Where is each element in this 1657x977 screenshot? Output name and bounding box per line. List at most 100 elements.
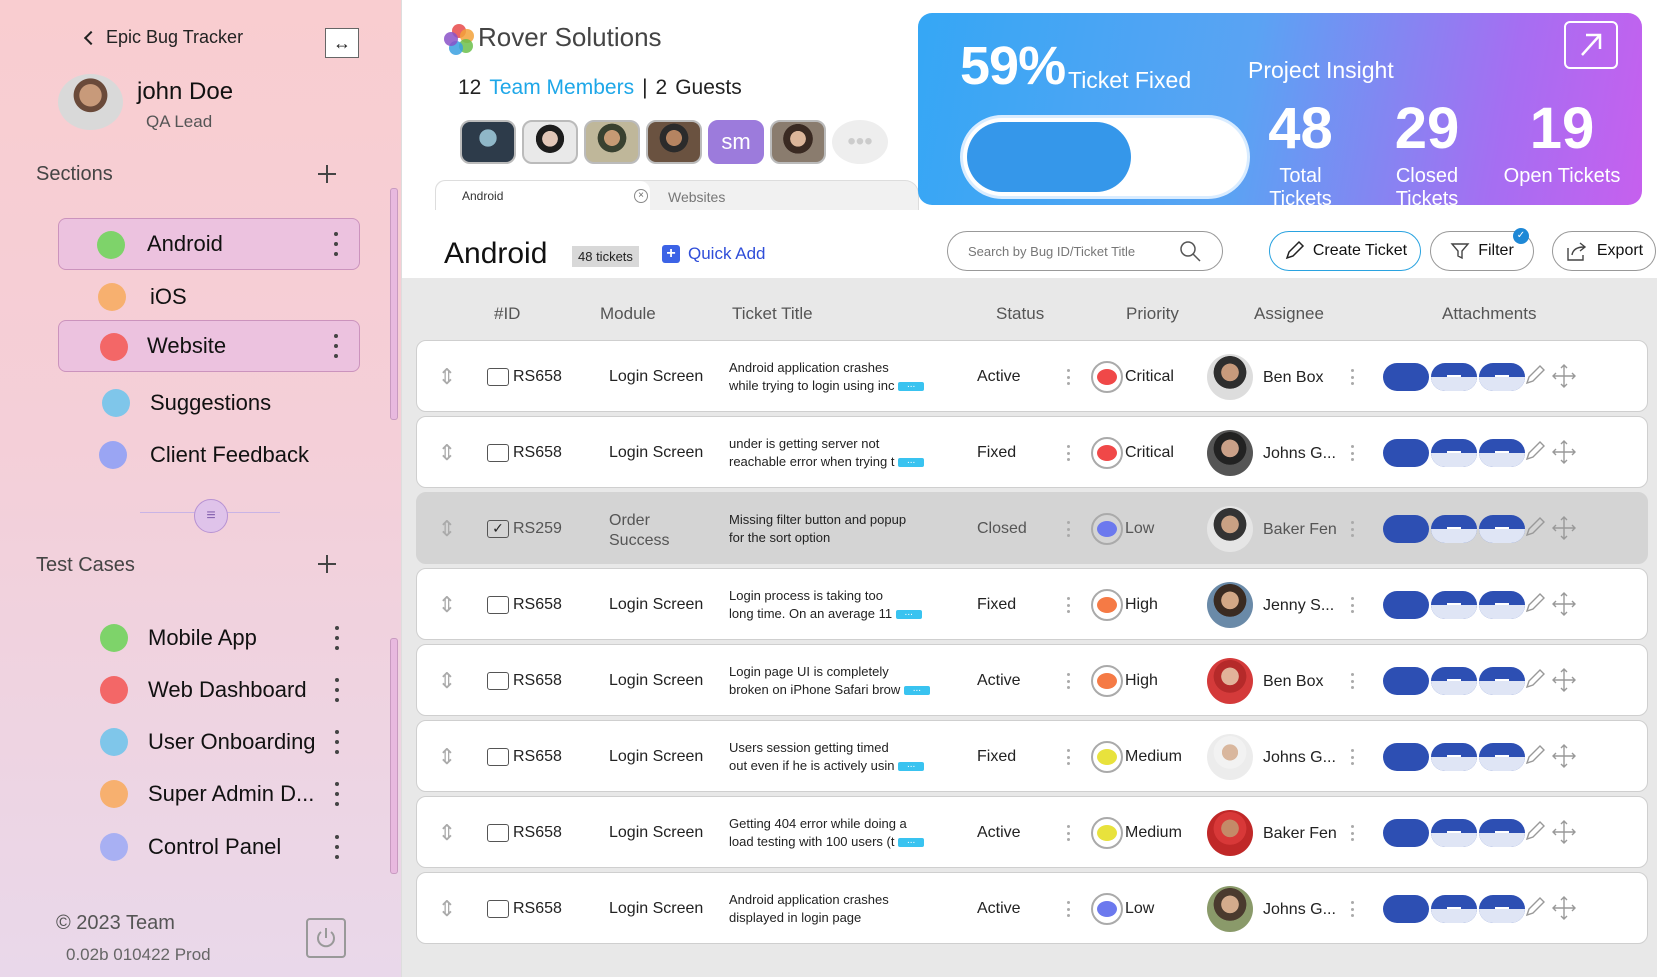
- avatar[interactable]: [460, 120, 516, 164]
- sidebar-item-section[interactable]: Website: [58, 320, 360, 372]
- attachment-thumbnail[interactable]: [1431, 743, 1477, 771]
- status-badge[interactable]: Fixed: [977, 596, 1016, 614]
- sidebar-item-test-case[interactable]: Web Dashboard: [58, 664, 360, 716]
- drag-handle-icon[interactable]: ⇕: [437, 363, 457, 391]
- assignee-name[interactable]: Jenny S...: [1263, 597, 1334, 615]
- pencil-icon[interactable]: [1523, 743, 1547, 767]
- attachment-thumbnail[interactable]: [1431, 667, 1477, 695]
- table-row[interactable]: ⇕ RS658 Login Screen Login page UI is compl…: [416, 644, 1648, 716]
- move-icon[interactable]: [1551, 591, 1577, 617]
- more-options-icon[interactable]: [1067, 901, 1071, 917]
- expand-more-icon[interactable]: ...: [898, 836, 925, 848]
- more-options-icon[interactable]: [333, 334, 339, 358]
- column-header[interactable]: Priority: [1126, 304, 1179, 324]
- row-checkbox[interactable]: [487, 824, 509, 842]
- more-members-icon[interactable]: •••: [832, 120, 888, 164]
- avatar[interactable]: [1207, 734, 1253, 780]
- avatar-initials[interactable]: sm: [708, 120, 764, 164]
- more-options-icon[interactable]: [1351, 521, 1355, 537]
- expand-more-icon[interactable]: ...: [903, 684, 930, 696]
- attachment-thumbnail[interactable]: [1479, 515, 1525, 543]
- ticket-id[interactable]: RS658: [513, 900, 562, 918]
- drag-handle-icon[interactable]: ⇕: [437, 667, 457, 695]
- filter-button[interactable]: Filter ✓: [1430, 228, 1534, 271]
- attachment-thumbnail[interactable]: [1383, 743, 1429, 771]
- attachment-thumbnail[interactable]: [1383, 819, 1429, 847]
- sidebar-item-section[interactable]: Suggestions: [58, 377, 360, 429]
- more-options-icon[interactable]: [1067, 673, 1071, 689]
- row-checkbox[interactable]: [487, 444, 509, 462]
- tab-websites[interactable]: Websites: [668, 189, 725, 205]
- attachment-thumbnail[interactable]: [1431, 895, 1477, 923]
- table-row[interactable]: ⇕ ✓ RS259 Order Success Missing filter butto…: [416, 492, 1648, 564]
- pencil-icon[interactable]: [1523, 363, 1547, 387]
- ticket-id[interactable]: RS658: [513, 672, 562, 690]
- attachment-thumbnail[interactable]: [1479, 439, 1525, 467]
- logout-button[interactable]: [306, 918, 346, 958]
- pencil-icon[interactable]: [1523, 591, 1547, 615]
- expand-more-icon[interactable]: ...: [895, 608, 922, 620]
- ticket-id[interactable]: RS658: [513, 596, 562, 614]
- ticket-title[interactable]: under is getting server not reachable err…: [729, 435, 935, 471]
- ticket-title[interactable]: Users session getting timed out even if h…: [729, 739, 935, 775]
- move-icon[interactable]: [1551, 743, 1577, 769]
- avatar[interactable]: [1207, 582, 1253, 628]
- attachment-thumbnail[interactable]: [1479, 819, 1525, 847]
- ticket-title[interactable]: Android application crashes displayed in …: [729, 891, 935, 927]
- priority-label[interactable]: Medium: [1125, 748, 1182, 766]
- more-options-icon[interactable]: [334, 835, 340, 859]
- pencil-icon[interactable]: [1523, 819, 1547, 843]
- avatar[interactable]: [1207, 658, 1253, 704]
- sidebar-item-test-case[interactable]: Mobile App: [58, 612, 360, 664]
- more-options-icon[interactable]: [1067, 369, 1071, 385]
- drag-handle-icon[interactable]: ⇕: [437, 515, 457, 543]
- attachment-thumbnail[interactable]: [1383, 363, 1429, 391]
- status-badge[interactable]: Fixed: [977, 748, 1016, 766]
- column-header[interactable]: Status: [996, 304, 1044, 324]
- assignee-name[interactable]: Baker Fen: [1263, 825, 1337, 843]
- more-options-icon[interactable]: [1067, 825, 1071, 841]
- avatar[interactable]: [770, 120, 826, 164]
- more-options-icon[interactable]: [1351, 825, 1355, 841]
- attachment-thumbnail[interactable]: [1383, 515, 1429, 543]
- priority-label[interactable]: High: [1125, 672, 1158, 690]
- collapse-handle-icon[interactable]: ≡: [194, 499, 228, 533]
- avatar[interactable]: [1207, 430, 1253, 476]
- move-icon[interactable]: [1551, 439, 1577, 465]
- team-members-link[interactable]: Team Members: [489, 76, 634, 100]
- attachment-thumbnail[interactable]: [1479, 895, 1525, 923]
- more-options-icon[interactable]: [333, 232, 339, 256]
- quick-add-button[interactable]: + Quick Add: [662, 244, 766, 264]
- row-checkbox[interactable]: [487, 748, 509, 766]
- drag-handle-icon[interactable]: ⇕: [437, 439, 457, 467]
- drag-handle-icon[interactable]: ⇕: [437, 819, 457, 847]
- attachment-thumbnail[interactable]: [1383, 667, 1429, 695]
- attachment-thumbnail[interactable]: [1383, 439, 1429, 467]
- ticket-id[interactable]: RS658: [513, 444, 562, 462]
- status-badge[interactable]: Closed: [977, 520, 1027, 538]
- search-input[interactable]: Search by Bug ID/Ticket Title: [947, 231, 1223, 271]
- pencil-icon[interactable]: [1523, 895, 1547, 919]
- table-row[interactable]: ⇕ RS658 Login Screen under is getting serve…: [416, 416, 1648, 488]
- row-checkbox[interactable]: [487, 596, 509, 614]
- table-row[interactable]: ⇕ RS658 Login Screen Users session getting …: [416, 720, 1648, 792]
- more-options-icon[interactable]: [334, 678, 340, 702]
- ticket-id[interactable]: RS658: [513, 824, 562, 842]
- priority-label[interactable]: Low: [1125, 900, 1154, 918]
- more-options-icon[interactable]: [1067, 521, 1071, 537]
- expand-more-icon[interactable]: ...: [898, 760, 925, 772]
- expand-more-icon[interactable]: ...: [898, 380, 925, 392]
- ticket-title[interactable]: Android application crashes while trying …: [729, 359, 935, 395]
- table-row[interactable]: ⇕ RS658 Login Screen Android application cr…: [416, 872, 1648, 944]
- create-ticket-button[interactable]: Create Ticket: [1269, 231, 1421, 271]
- column-header[interactable]: Module: [600, 304, 656, 324]
- sidebar-item-section[interactable]: Android: [58, 218, 360, 270]
- table-row[interactable]: ⇕ RS658 Login Screen Android application cr…: [416, 340, 1648, 412]
- move-icon[interactable]: [1551, 363, 1577, 389]
- attachment-thumbnail[interactable]: [1431, 515, 1477, 543]
- attachment-thumbnail[interactable]: [1479, 743, 1525, 771]
- avatar[interactable]: [646, 120, 702, 164]
- sections-scrollbar[interactable]: [390, 188, 398, 420]
- attachment-thumbnail[interactable]: [1383, 591, 1429, 619]
- priority-label[interactable]: Critical: [1125, 368, 1174, 386]
